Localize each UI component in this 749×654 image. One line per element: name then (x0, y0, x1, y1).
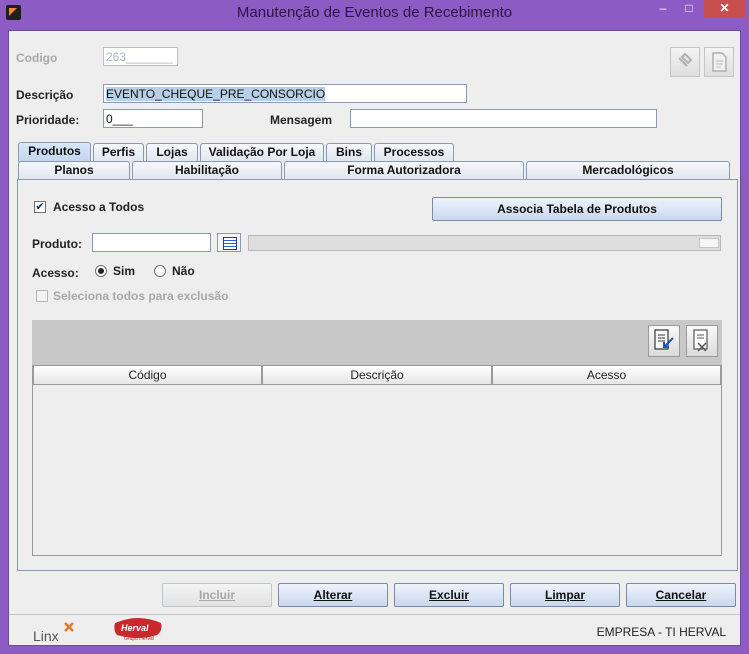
produto-field[interactable] (92, 233, 211, 252)
remove-item-icon[interactable] (686, 325, 718, 357)
mensagem-label: Mensagem (270, 113, 333, 127)
descricao-field[interactable]: EVENTO_CHEQUE_PRE_CONSORCIO (103, 84, 467, 103)
excluir-label: Excluir (428, 588, 470, 602)
incluir-button[interactable]: Incluir (162, 583, 272, 607)
incluir-label: Incluir (198, 588, 235, 602)
associa-tabela-produtos-button[interactable]: Associa Tabela de Produtos (432, 197, 722, 221)
application-window: Manutenção de Eventos de Recebimento – □… (0, 0, 749, 654)
slider-thumb[interactable] (699, 238, 719, 248)
descricao-value: EVENTO_CHEQUE_PRE_CONSORCIO (106, 87, 326, 101)
radio-nao-label: Não (172, 264, 195, 278)
tab-produtos[interactable]: Produtos (18, 142, 91, 162)
tab-lojas[interactable]: Lojas (146, 143, 198, 162)
add-item-icon[interactable] (648, 325, 680, 357)
window-title: Manutenção de Eventos de Recebimento (236, 4, 513, 21)
cancelar-label: Cancelar (655, 588, 707, 602)
excluir-button[interactable]: Excluir (394, 583, 504, 607)
produtos-panel: ✔ Acesso a Todos Associa Tabela de Produ… (17, 179, 738, 571)
radio-sim[interactable] (95, 265, 107, 277)
tab-processos[interactable]: Processos (374, 143, 454, 162)
svg-text:Grupo Herval: Grupo Herval (124, 636, 154, 642)
seleciona-todos-checkbox[interactable] (36, 290, 48, 302)
document-icon[interactable] (704, 47, 734, 77)
key-icon[interactable] (670, 47, 700, 77)
tab-bins[interactable]: Bins (326, 143, 372, 162)
radio-nao[interactable] (154, 265, 166, 277)
produto-slider[interactable] (248, 235, 721, 251)
seleciona-todos-label: Seleciona todos para exclusão (53, 289, 229, 303)
alterar-label: Alterar (313, 588, 353, 602)
title-bar[interactable]: Manutenção de Eventos de Recebimento – □… (0, 0, 749, 26)
maximize-button[interactable]: □ (678, 0, 700, 18)
empresa-status-text: EMPRESA - TI HERVAL (596, 625, 726, 639)
grid-toolbar (32, 320, 722, 365)
prioridade-label: Prioridade: (16, 113, 80, 127)
limpar-label: Limpar (544, 588, 585, 602)
codigo-label: Codigo (16, 51, 58, 65)
limpar-button[interactable]: Limpar (510, 583, 620, 607)
tab-planos[interactable]: Planos (18, 161, 130, 180)
minimize-button[interactable]: – (652, 0, 674, 18)
status-footer: Linx Herval Grupo Herval EMPRESA - TI HE… (9, 614, 740, 645)
column-header-codigo[interactable]: Código (33, 365, 262, 385)
calendar-icon[interactable] (217, 233, 241, 252)
prioridade-field[interactable]: 0___ (103, 109, 203, 128)
window-client-area: Codigo 263_______ Descrição EVENTO_CHEQU… (8, 30, 741, 646)
tab-mercadologicos[interactable]: Mercadológicos (526, 161, 730, 180)
tab-habilitacao[interactable]: Habilitação (132, 161, 282, 180)
mensagem-field[interactable] (350, 109, 657, 128)
herval-logo: Herval Grupo Herval (114, 618, 162, 642)
alterar-button[interactable]: Alterar (278, 583, 388, 607)
acesso-label: Acesso: (32, 266, 79, 280)
codigo-field: 263_______ (103, 47, 178, 66)
produtos-table: Código Descrição Acesso (32, 365, 722, 556)
radio-sim-label: Sim (113, 264, 136, 278)
descricao-label: Descrição (16, 88, 74, 102)
svg-text:Herval: Herval (121, 623, 149, 633)
cancelar-button[interactable]: Cancelar (626, 583, 736, 607)
linx-logo: Linx (33, 622, 74, 644)
tab-perfis[interactable]: Perfis (93, 143, 144, 162)
acesso-todos-checkbox[interactable]: ✔ (34, 201, 46, 213)
tab-forma-autorizadora[interactable]: Forma Autorizadora (284, 161, 524, 180)
tab-validacao-por-loja[interactable]: Validação Por Loja (200, 143, 324, 162)
column-header-descricao[interactable]: Descrição (262, 365, 492, 385)
column-header-acesso[interactable]: Acesso (492, 365, 721, 385)
close-button[interactable]: ✕ (704, 0, 745, 18)
produto-label: Produto: (32, 237, 82, 251)
svg-text:Linx: Linx (33, 628, 59, 644)
acesso-todos-label: Acesso a Todos (53, 200, 145, 214)
